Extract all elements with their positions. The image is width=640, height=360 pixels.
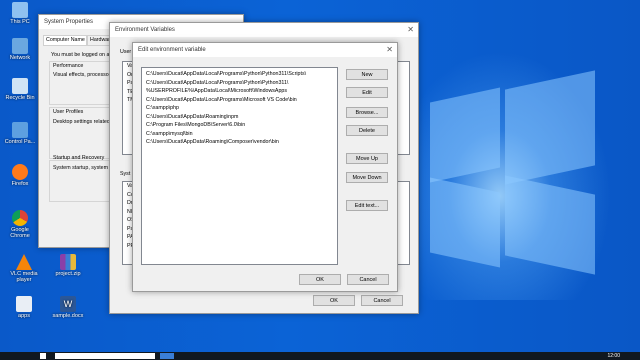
- path-item[interactable]: C:\Users\Ducat\AppData\Local\Programs\Py…: [142, 79, 337, 88]
- startup-desc: System startup, system f: [53, 165, 111, 171]
- path-item[interactable]: C:\Program Files\MongoDB\Server\6.0\bin: [142, 121, 337, 130]
- word-icon: W: [60, 296, 76, 312]
- network-icon: [12, 38, 28, 54]
- path-item[interactable]: C:\Users\Ducat\AppData\Local\Programs\Mi…: [142, 96, 337, 105]
- desktop-icon-recycle-bin[interactable]: Recycle Bin: [2, 78, 38, 101]
- user-profiles-label: User Profiles: [53, 109, 84, 115]
- search-box[interactable]: [55, 353, 155, 359]
- desktop-icon-docx[interactable]: W sample.docx: [50, 296, 86, 319]
- delete-button[interactable]: Delete: [346, 125, 388, 136]
- performance-label: Performance: [53, 63, 84, 69]
- desktop-icon-label: Firefox: [11, 181, 29, 187]
- computer-icon: [12, 2, 28, 18]
- path-item[interactable]: C:\Users\Ducat\AppData\Roaming\Composer\…: [142, 138, 337, 147]
- startup-label: Startup and Recovery: [53, 155, 105, 161]
- wallpaper-pane: [430, 87, 500, 183]
- desktop-icon-label: Control Pa...: [4, 139, 36, 145]
- task-view-icon[interactable]: [160, 353, 174, 359]
- ok-button[interactable]: OK: [299, 274, 341, 285]
- archive-icon: [60, 254, 76, 270]
- control-panel-icon: [12, 122, 28, 138]
- env-cancel-button[interactable]: Cancel: [361, 295, 403, 306]
- user-variables-label: User: [120, 49, 132, 55]
- window-title: Environment Variables: [110, 23, 418, 37]
- desktop-icon-label: sample.docx: [52, 313, 84, 319]
- desktop-icon-label: Recycle Bin: [5, 95, 35, 101]
- move-down-button[interactable]: Move Down: [346, 172, 388, 183]
- recycle-bin-icon: [12, 78, 28, 94]
- new-button[interactable]: New: [346, 69, 388, 80]
- clock: 12:00: [607, 353, 620, 359]
- taskbar: 12:00: [0, 352, 640, 360]
- tab-computer-name[interactable]: Computer Name: [43, 35, 87, 46]
- desktop-icon-apps[interactable]: apps: [6, 296, 42, 319]
- desktop-icon-label: apps: [18, 313, 30, 319]
- path-item[interactable]: C:\Users\Ducat\AppData\Roaming\npm: [142, 113, 337, 122]
- desktop-icon-label: Google Chrome: [10, 227, 30, 239]
- dialog-title: Edit environment variable: [133, 43, 397, 57]
- performance-desc: Visual effects, processor: [53, 72, 111, 78]
- desktop-icon-network[interactable]: Network: [2, 38, 38, 61]
- desktop-icon-label: Network: [9, 55, 31, 61]
- user-profiles-desc: Desktop settings related: [53, 119, 110, 125]
- desktop-icon-label: project.zip: [55, 271, 81, 277]
- close-icon[interactable]: ✕: [386, 45, 393, 54]
- file-icon: [16, 296, 32, 312]
- logged-on-notice: You must be logged on as: [51, 52, 113, 58]
- path-item[interactable]: C:\xampp\php: [142, 104, 337, 113]
- cancel-button[interactable]: Cancel: [347, 274, 389, 285]
- path-item[interactable]: %USERPROFILE%\AppData\Local\Microsoft\Wi…: [142, 87, 337, 96]
- edit-environment-variable-dialog: Edit environment variable ✕ C:\Users\Duc…: [132, 42, 398, 292]
- edit-text-button[interactable]: Edit text...: [346, 200, 388, 211]
- desktop-icon-vlc[interactable]: VLC media player: [6, 254, 42, 283]
- desktop-icon-control-panel[interactable]: Control Pa...: [2, 122, 38, 145]
- close-icon[interactable]: ✕: [407, 25, 414, 34]
- desktop-icon-this-pc[interactable]: This PC: [2, 2, 38, 25]
- desktop-icon-label: This PC: [10, 19, 30, 25]
- wallpaper-pane: [505, 70, 595, 185]
- env-ok-button[interactable]: OK: [313, 295, 355, 306]
- desktop-icon-label: VLC media player: [10, 271, 38, 283]
- start-icon[interactable]: [40, 353, 46, 359]
- chrome-icon: [12, 210, 28, 226]
- desktop-icon-firefox[interactable]: Firefox: [2, 164, 38, 187]
- edit-button[interactable]: Edit: [346, 87, 388, 98]
- vlc-icon: [16, 254, 32, 270]
- system-variables-label: Syst: [120, 171, 131, 177]
- move-up-button[interactable]: Move Up: [346, 153, 388, 164]
- path-item[interactable]: C:\Users\Ducat\AppData\Local\Programs\Py…: [142, 70, 337, 79]
- firefox-icon: [12, 164, 28, 180]
- browse-button[interactable]: Browse...: [346, 107, 388, 118]
- desktop-icon-chrome[interactable]: Google Chrome: [2, 210, 38, 239]
- path-list[interactable]: C:\Users\Ducat\AppData\Local\Programs\Py…: [141, 67, 338, 265]
- wallpaper-pane: [430, 177, 500, 268]
- desktop-icon-zip[interactable]: project.zip: [50, 254, 86, 277]
- path-item[interactable]: C:\xampp\mysql\bin: [142, 130, 337, 139]
